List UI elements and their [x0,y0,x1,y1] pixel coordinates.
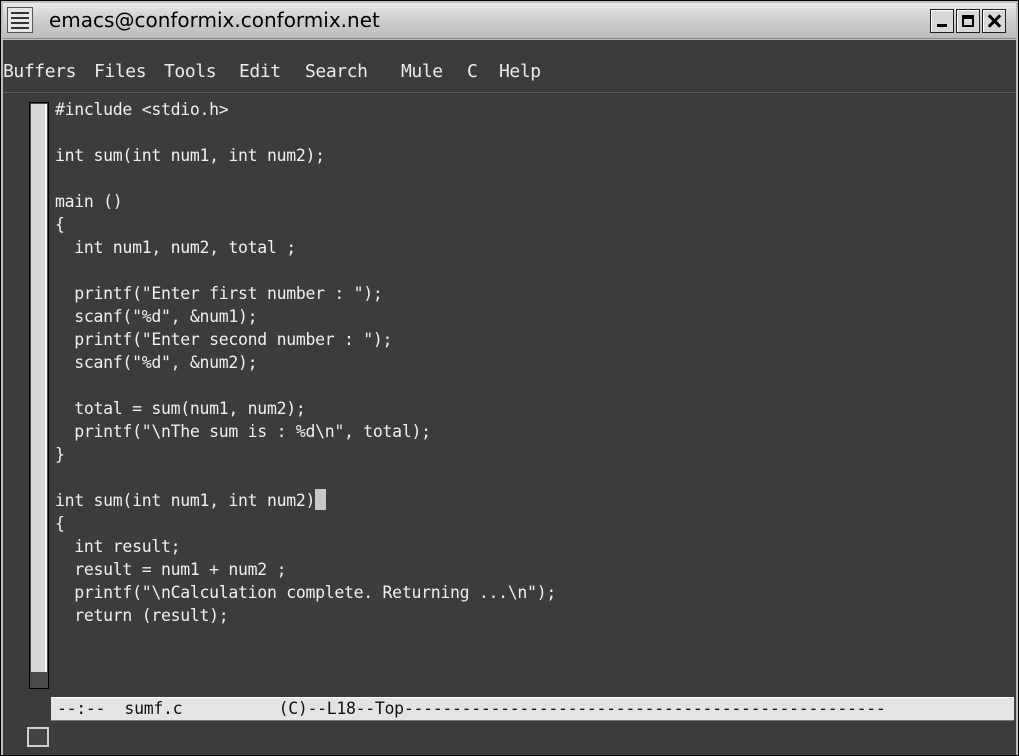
code-text: scanf("%d", &num2); [55,353,258,372]
menu-search[interactable]: Search [305,61,368,82]
code-text: result = num1 + num2 ; [55,560,287,579]
code-line: total = sum(num1, num2); [55,397,1008,420]
emacs-frame: Buffers Files Tools Edit Search Mule C H… [3,40,1016,755]
code-text: printf("Enter second number : "); [55,330,393,349]
menu-files[interactable]: Files [94,61,147,82]
code-text: { [55,514,65,533]
code-line: int num1, num2, total ; [55,236,1008,259]
menu-tools[interactable]: Tools [164,61,217,82]
menu-bar: Buffers Files Tools Edit Search Mule C H… [3,40,1016,93]
code-line: scanf("%d", &num2); [55,351,1008,374]
code-line: int result; [55,535,1008,558]
mode-line: --:-- sumf.c (C)--L18--Top--------------… [51,697,1014,721]
code-line: scanf("%d", &num1); [55,305,1008,328]
code-text: } [55,445,65,464]
code-line: printf("Enter second number : "); [55,328,1008,351]
code-line: return (result); [55,604,1008,627]
code-text: scanf("%d", &num1); [55,307,258,326]
emacs-window: emacs@conformix.conformix.net Buffers Fi… [0,0,1019,756]
code-text: int sum(int num1, int num2); [55,146,325,165]
maximize-icon[interactable] [956,9,980,33]
menu-buffers[interactable]: Buffers [3,61,76,82]
minibuffer-scroll-box [27,727,49,747]
code-line: } [55,443,1008,466]
code-text: total = sum(num1, num2); [55,399,306,418]
window-title: emacs@conformix.conformix.net [49,8,380,32]
code-text: printf("\nThe sum is : %d\n", total); [55,422,431,441]
close-icon[interactable] [982,9,1006,33]
mode-line-text: --:-- sumf.c (C)--L18--Top--------------… [57,699,886,718]
minimize-icon[interactable] [930,9,954,33]
code-text: printf("\nCalculation complete. Returnin… [55,583,556,602]
code-line: { [55,512,1008,535]
menu-help[interactable]: Help [499,61,541,82]
code-line: printf("Enter first number : "); [55,282,1008,305]
code-text: { [55,215,65,234]
code-text: int result; [55,537,181,556]
title-bar[interactable]: emacs@conformix.conformix.net [3,3,1016,39]
code-text: main () [55,192,123,211]
code-line: main () [55,190,1008,213]
code-buffer[interactable]: #include <stdio.h> int sum(int num1, int … [55,98,1008,692]
text-cursor [315,489,327,510]
minibuffer[interactable] [3,722,1016,755]
code-line: #include <stdio.h> [55,98,1008,121]
code-text: int sum(int num1, int num2) [55,491,316,510]
code-line: int sum(int num1, int num2) [55,489,1008,512]
code-text: #include <stdio.h> [55,100,229,119]
menu-mule[interactable]: Mule [401,61,443,82]
code-line: { [55,213,1008,236]
code-text: printf("Enter first number : "); [55,284,383,303]
code-line: result = num1 + num2 ; [55,558,1008,581]
code-line: printf("\nCalculation complete. Returnin… [55,581,1008,604]
vertical-scrollbar[interactable] [29,102,49,689]
menu-c[interactable]: C [467,61,478,82]
code-text: int num1, num2, total ; [55,238,296,257]
code-text: return (result); [55,606,229,625]
menu-edit[interactable]: Edit [239,61,281,82]
code-line: printf("\nThe sum is : %d\n", total); [55,420,1008,443]
code-line: int sum(int num1, int num2); [55,144,1008,167]
window-menu-icon[interactable] [7,7,33,33]
scrollbar-thumb[interactable] [31,104,47,672]
